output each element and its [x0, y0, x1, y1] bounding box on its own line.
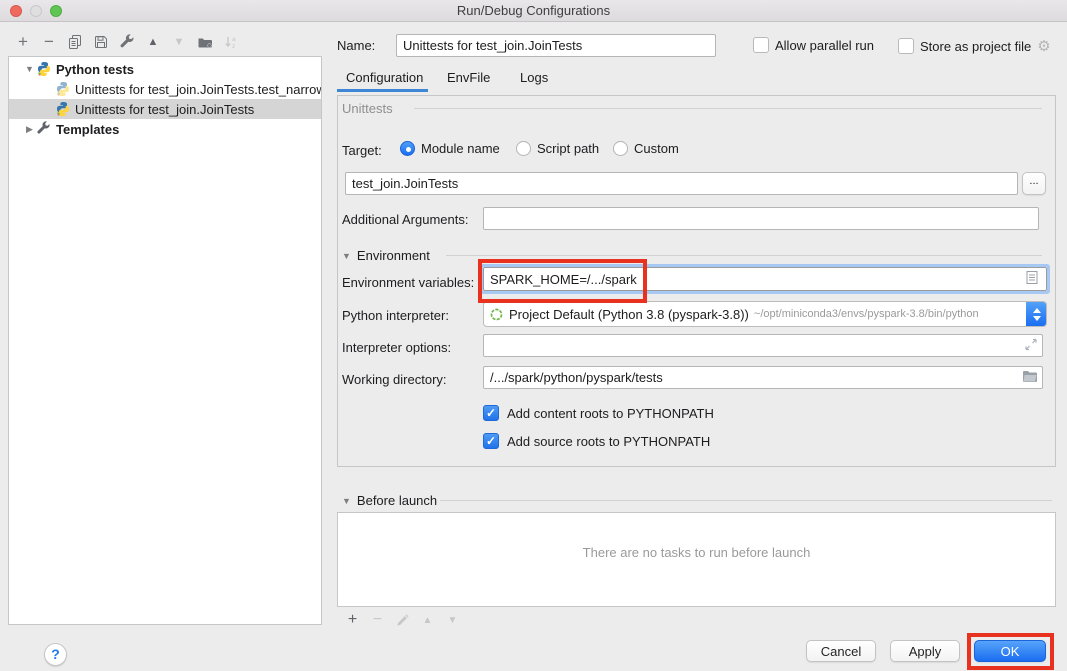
checkbox-checked-icon[interactable]: ✓ [483, 405, 499, 421]
working-directory-input[interactable] [483, 366, 1043, 389]
add-configuration-icon[interactable]: + [10, 32, 36, 52]
checkbox-unchecked-icon[interactable] [898, 38, 914, 54]
tree-item-unittests-jointests[interactable]: Unittests for test_join.JoinTests [9, 99, 321, 119]
store-settings-gear-icon[interactable]: ⚙ [1037, 37, 1050, 55]
before-launch-panel: There are no tasks to run before launch [337, 512, 1056, 607]
section-divider [440, 500, 1052, 501]
tree-item-label: Templates [56, 122, 119, 137]
tree-item-python-tests[interactable]: ▼ Python tests [9, 59, 321, 79]
add-source-roots-label: Add source roots to PYTHONPATH [507, 434, 710, 449]
python-test-icon [55, 81, 71, 97]
tree-item-label: Python tests [56, 62, 134, 77]
help-button[interactable]: ? [44, 643, 67, 666]
window-titlebar: Run/Debug Configurations [0, 0, 1067, 22]
remove-configuration-icon[interactable]: − [36, 32, 62, 52]
before-launch-section-header[interactable]: ▼ Before launch [342, 493, 437, 508]
remove-task-icon[interactable]: − [365, 610, 390, 630]
copy-configuration-icon[interactable] [62, 32, 88, 52]
before-launch-empty-text: There are no tasks to run before launch [338, 545, 1055, 560]
edit-task-pencil-icon[interactable] [390, 610, 415, 630]
move-task-up-icon[interactable]: ▲ [415, 610, 440, 630]
additional-arguments-label: Additional Arguments: [342, 212, 468, 227]
add-task-icon[interactable]: + [340, 610, 365, 630]
add-source-roots-checkbox[interactable]: ✓ Add source roots to PYTHONPATH [483, 433, 710, 449]
svg-text:a: a [232, 36, 236, 43]
tree-item-label: Unittests for test_join.JoinTests.test_n… [75, 82, 322, 97]
allow-parallel-run-checkbox[interactable]: Allow parallel run [753, 37, 874, 53]
tab-envfile[interactable]: EnvFile [447, 70, 490, 85]
add-content-roots-checkbox[interactable]: ✓ Add content roots to PYTHONPATH [483, 405, 714, 421]
name-label: Name: [337, 38, 375, 53]
expander-collapsed-icon[interactable]: ▶ [23, 124, 36, 135]
new-folder-icon[interactable] [192, 32, 218, 52]
target-input[interactable] [345, 172, 1018, 195]
tree-item-templates[interactable]: ▶ Templates [9, 119, 321, 139]
before-launch-section-label: Before launch [357, 493, 437, 508]
interpreter-options-input[interactable] [483, 334, 1043, 357]
checkbox-checked-icon[interactable]: ✓ [483, 433, 499, 449]
group-divider [414, 108, 1042, 109]
move-task-down-icon[interactable]: ▼ [440, 610, 465, 630]
edit-templates-wrench-icon[interactable] [114, 32, 140, 52]
configurations-tree: ▼ Python tests Unittests for test_join.J… [8, 56, 322, 625]
section-divider [446, 255, 1042, 256]
before-launch-toolbar: + − ▲ ▼ [340, 610, 465, 630]
additional-arguments-input[interactable] [483, 207, 1039, 230]
radio-unselected-icon[interactable] [516, 141, 531, 156]
active-tab-indicator [337, 89, 428, 92]
environment-section-header[interactable]: ▼ Environment [342, 248, 430, 263]
apply-button[interactable]: Apply [890, 640, 960, 662]
collapse-expanded-icon[interactable]: ▼ [342, 251, 351, 261]
templates-wrench-icon [36, 121, 52, 137]
combobox-stepper-icon[interactable] [1026, 301, 1047, 327]
target-label: Target: [342, 143, 382, 158]
window-title: Run/Debug Configurations [0, 3, 1067, 18]
move-down-icon[interactable]: ▼ [166, 32, 192, 52]
python-interpreter-value: Project Default (Python 3.8 (pyspark-3.8… [509, 307, 749, 322]
python-interpreter-select[interactable]: Project Default (Python 3.8 (pyspark-3.8… [483, 301, 1047, 327]
radio-label: Script path [537, 141, 599, 156]
store-as-project-file-label: Store as project file [920, 39, 1031, 54]
unittests-group-label: Unittests [342, 101, 393, 116]
target-radio-custom[interactable]: Custom [613, 141, 679, 156]
sort-configurations-icon[interactable]: az [218, 32, 244, 52]
interpreter-options-label: Interpreter options: [342, 340, 451, 355]
collapse-expanded-icon[interactable]: ▼ [342, 496, 351, 506]
python-interpreter-path: ~/opt/miniconda3/envs/pyspark-3.8/bin/py… [754, 308, 979, 320]
working-directory-label: Working directory: [342, 372, 447, 387]
move-up-icon[interactable]: ▲ [140, 32, 166, 52]
target-radio-script-path[interactable]: Script path [516, 141, 599, 156]
tab-configuration[interactable]: Configuration [346, 70, 423, 85]
tab-logs[interactable]: Logs [520, 70, 548, 85]
expand-field-icon[interactable] [1025, 339, 1062, 354]
tree-item-label: Unittests for test_join.JoinTests [75, 102, 254, 117]
python-test-icon [55, 101, 71, 117]
environment-section-label: Environment [357, 248, 430, 263]
configurations-toolbar: + − ▲ ▼ az [10, 31, 244, 53]
python-interpreter-label: Python interpreter: [342, 308, 449, 323]
radio-label: Module name [421, 141, 500, 156]
python-tests-icon [36, 61, 52, 77]
browse-target-button[interactable]: ... [1022, 172, 1046, 195]
svg-text:z: z [232, 43, 235, 50]
tree-item-unittests-test-narrow[interactable]: Unittests for test_join.JoinTests.test_n… [9, 79, 321, 99]
edit-variables-list-icon[interactable] [1026, 271, 1067, 288]
name-input[interactable] [396, 34, 716, 57]
allow-parallel-run-label: Allow parallel run [775, 38, 874, 53]
store-as-project-file-checkbox[interactable]: Store as project file ⚙ [898, 37, 1051, 55]
add-content-roots-label: Add content roots to PYTHONPATH [507, 406, 714, 421]
cancel-button[interactable]: Cancel [806, 640, 876, 662]
radio-selected-icon[interactable] [400, 141, 415, 156]
radio-label: Custom [634, 141, 679, 156]
browse-folder-icon[interactable] [1022, 370, 1062, 386]
conda-environment-icon [490, 308, 503, 321]
radio-unselected-icon[interactable] [613, 141, 628, 156]
annotation-box-ok-button [967, 633, 1054, 670]
target-radio-module-name[interactable]: Module name [400, 141, 500, 156]
save-configuration-icon[interactable] [88, 32, 114, 52]
expander-expanded-icon[interactable]: ▼ [23, 64, 36, 74]
environment-variables-label: Environment variables: [342, 275, 474, 290]
checkbox-unchecked-icon[interactable] [753, 37, 769, 53]
annotation-box-environment-variables [478, 259, 647, 303]
